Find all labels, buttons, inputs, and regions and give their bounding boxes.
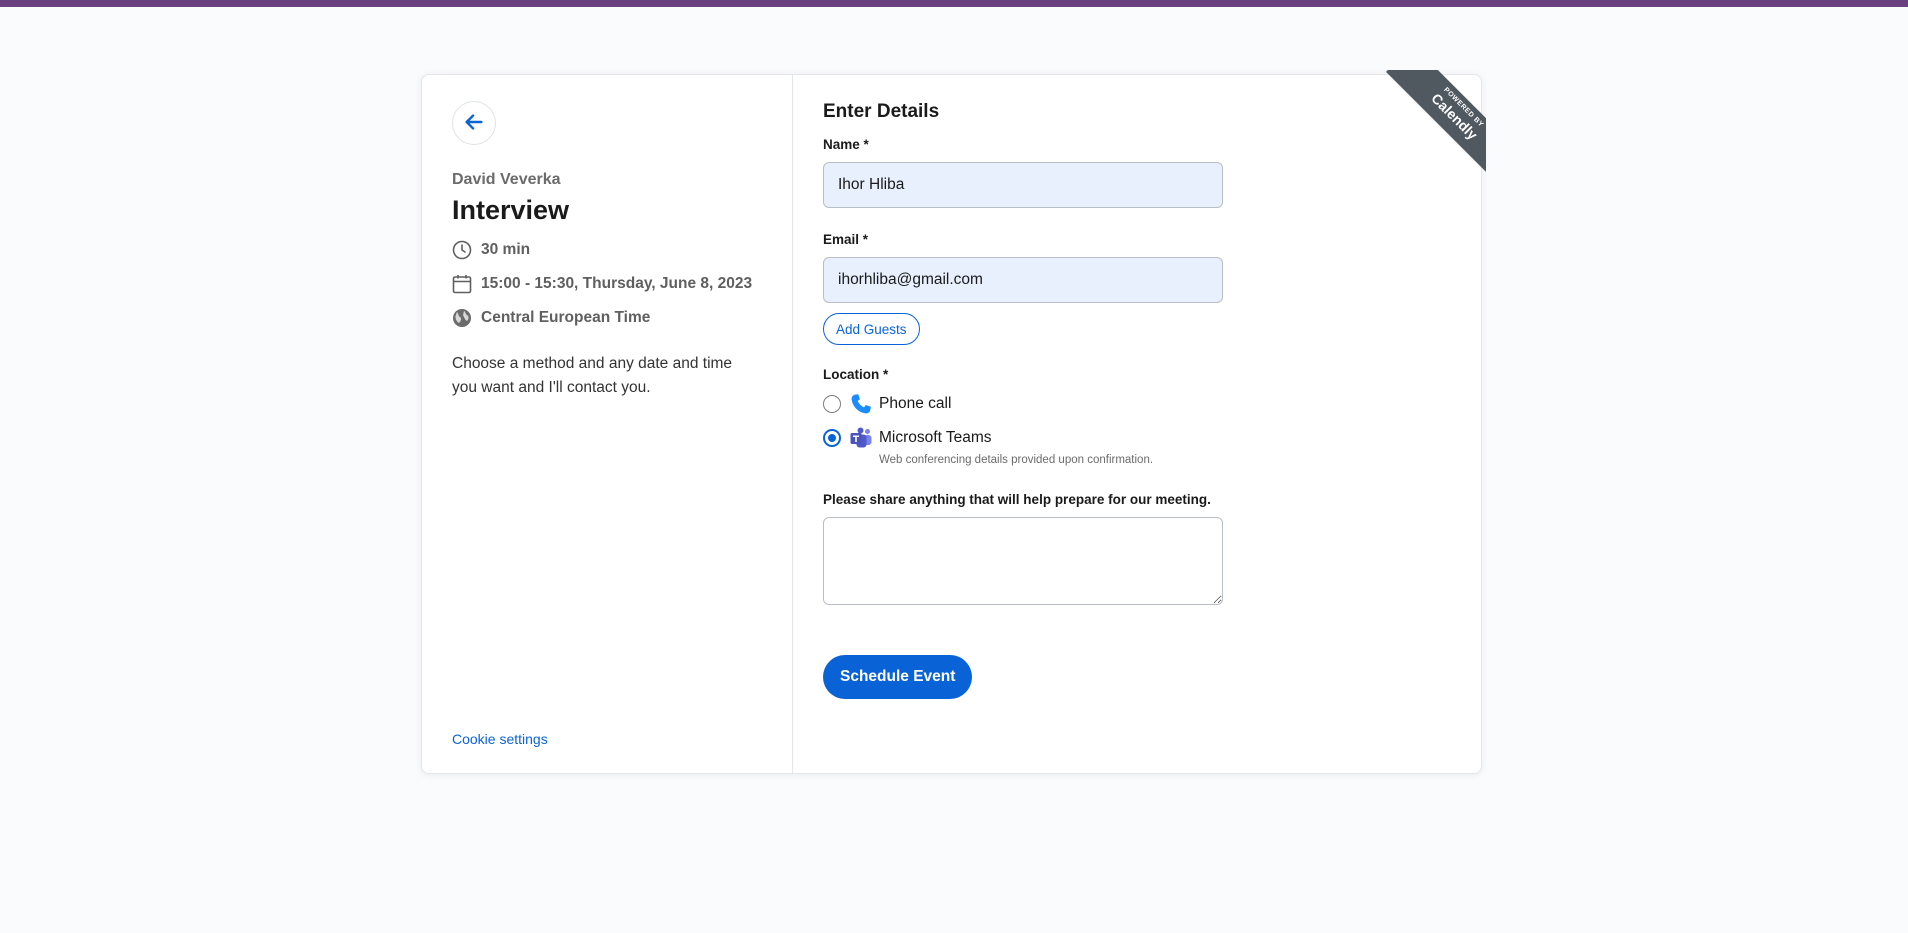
timezone-row: Central European Time (452, 308, 762, 328)
datetime-text: 15:00 - 15:30, Thursday, June 8, 2023 (481, 275, 753, 292)
location-option-teams[interactable]: Microsoft Teams (823, 426, 1451, 450)
email-label: Email * (823, 232, 869, 247)
phone-icon (849, 392, 873, 416)
name-input[interactable] (823, 162, 1223, 208)
booking-card: David Veverka Interview 30 min 15:00 - 1… (421, 70, 1486, 774)
globe-icon (452, 308, 472, 328)
duration-text: 30 min (481, 241, 531, 258)
microsoft-teams-icon (849, 426, 873, 450)
form-title: Enter Details (823, 101, 940, 122)
duration-row: 30 min (452, 240, 762, 260)
web-conferencing-note: Web conferencing details provided upon c… (879, 454, 1154, 466)
location-label: Location * (823, 367, 889, 382)
organizer-name: David Veverka (452, 171, 561, 188)
add-guests-button[interactable]: Add Guests (823, 313, 920, 345)
teams-label: Microsoft Teams (879, 429, 992, 446)
event-description: Choose a method and any date and time yo… (452, 355, 733, 396)
name-label: Name * (823, 137, 869, 152)
radio-dot (828, 434, 836, 442)
powered-by-ribbon[interactable]: POWERED BY Calendly (1382, 70, 1486, 174)
email-input[interactable] (823, 257, 1223, 303)
clock-icon (452, 240, 472, 260)
notes-textarea[interactable] (823, 517, 1223, 605)
notes-label: Please share anything that will help pre… (823, 492, 1211, 507)
phone-label: Phone call (879, 395, 952, 412)
teams-radio[interactable] (823, 429, 841, 447)
cookie-settings-link[interactable]: Cookie settings (452, 731, 548, 747)
back-button[interactable] (452, 101, 496, 145)
schedule-event-button[interactable]: Schedule Event (823, 655, 973, 699)
details-form-panel: Enter Details Name * Email * Add Guests … (793, 75, 1481, 773)
timezone-text: Central European Time (481, 309, 651, 326)
event-title: Interview (452, 195, 570, 225)
top-brand-bar (0, 0, 1908, 7)
calendar-icon (452, 274, 472, 294)
event-details-panel: David Veverka Interview 30 min 15:00 - 1… (422, 75, 793, 773)
arrow-left-icon (463, 111, 485, 136)
calendly-ribbon-badge[interactable]: POWERED BY Calendly (1385, 70, 1486, 174)
datetime-row: 15:00 - 15:30, Thursday, June 8, 2023 (452, 274, 762, 294)
phone-radio[interactable] (823, 395, 841, 413)
location-option-phone[interactable]: Phone call (823, 392, 1451, 416)
